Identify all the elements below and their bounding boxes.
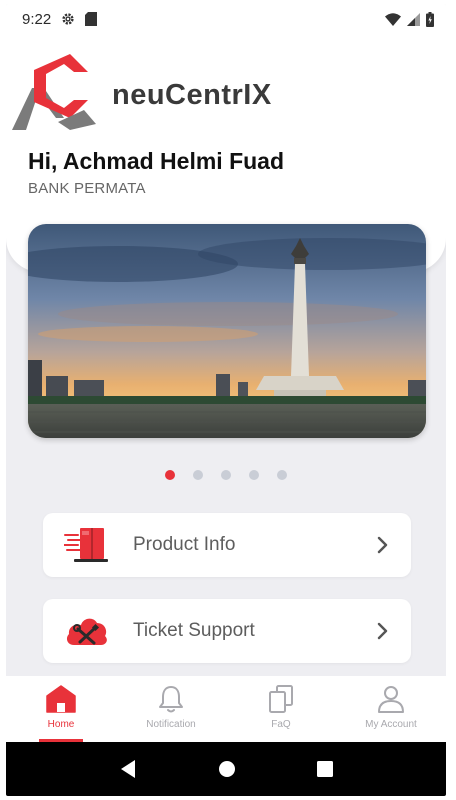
wifi-icon	[385, 12, 401, 26]
chevron-right-icon	[377, 536, 388, 554]
company-name: BANK PERMATA	[28, 180, 146, 197]
monument-skyline-image	[28, 224, 426, 438]
carousel-dot-active[interactable]	[165, 470, 175, 480]
product-box-icon	[63, 521, 111, 569]
nav-label: My Account	[365, 719, 417, 730]
nav-item-my-account[interactable]: My Account	[336, 676, 446, 742]
carousel-dot[interactable]	[277, 470, 287, 480]
cell-signal-icon	[407, 12, 420, 26]
carousel-dot[interactable]	[193, 470, 203, 480]
menu-item-product-info[interactable]: Product Info	[43, 513, 411, 577]
home-circle-icon[interactable]	[218, 760, 236, 778]
greeting-title: Hi, Achmad Helmi Fuad	[28, 148, 285, 174]
status-bar: 9:22	[6, 4, 446, 34]
neucentrix-logo: neuCentrIX	[8, 52, 272, 136]
nav-label: Notification	[146, 719, 196, 730]
nav-item-home[interactable]: Home	[6, 676, 116, 742]
nav-item-notification[interactable]: Notification	[116, 676, 226, 742]
bell-icon	[159, 686, 183, 713]
battery-icon	[426, 11, 434, 27]
menu-item-label: Ticket Support	[133, 620, 255, 641]
settings-gear-icon	[62, 13, 74, 25]
home-icon	[46, 685, 76, 713]
nav-item-faq[interactable]: FaQ	[226, 676, 336, 742]
recents-square-icon[interactable]	[317, 761, 334, 777]
carousel-indicator	[6, 470, 446, 480]
status-time: 9:22	[22, 10, 52, 28]
logo-mark-icon	[12, 54, 96, 130]
back-icon[interactable]	[119, 759, 137, 779]
sd-card-icon	[85, 12, 98, 26]
cloud-tools-icon	[63, 607, 111, 655]
carousel-dot[interactable]	[249, 470, 259, 480]
copy-icon	[269, 685, 293, 713]
user-icon	[378, 686, 404, 713]
menu-item-ticket-support[interactable]: Ticket Support	[43, 599, 411, 663]
app-screen: neuCentrIX Hi, Achmad Helmi Fuad BANK PE…	[6, 4, 446, 796]
chevron-right-icon	[377, 622, 388, 640]
nav-label: Home	[47, 719, 75, 730]
nav-label: FaQ	[271, 719, 291, 730]
logo-text: neuCentrIX	[112, 78, 272, 111]
menu-item-label: Product Info	[133, 534, 236, 555]
android-navigation-bar	[6, 742, 446, 796]
bottom-navigation: Home Notification FaQ My Account	[6, 676, 446, 742]
carousel-dot[interactable]	[221, 470, 231, 480]
banner-image[interactable]	[28, 224, 426, 438]
